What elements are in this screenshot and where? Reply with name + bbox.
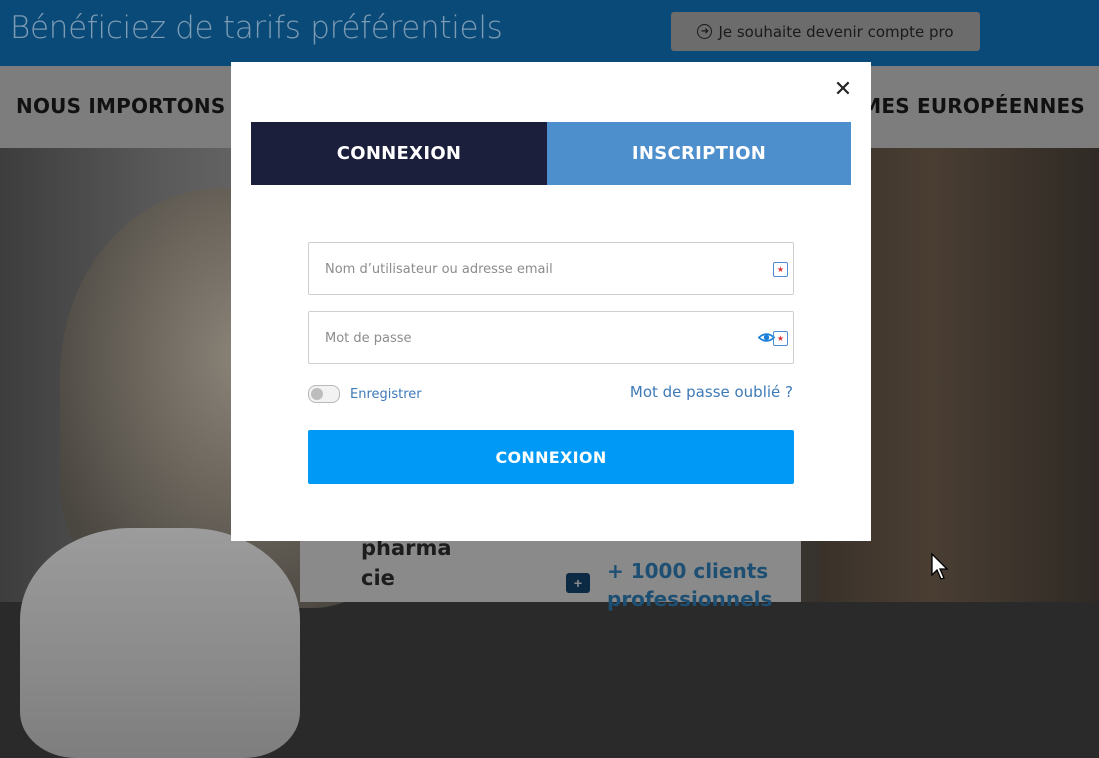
auth-tabs: CONNEXION INSCRIPTION	[251, 122, 851, 185]
medical-bag-icon: +	[566, 573, 590, 593]
become-pro-label: Je souhaite devenir compte pro	[718, 22, 954, 41]
remember-toggle[interactable]	[308, 385, 340, 403]
close-icon[interactable]: ✕	[831, 77, 855, 101]
username-field-wrapper: ★	[308, 242, 794, 296]
toggle-knob	[311, 388, 323, 400]
card-word-line2: cie	[361, 566, 395, 590]
banner-title: Bénéficiez de tarifs préférentiels	[10, 10, 503, 46]
hero-face-mask	[20, 528, 300, 758]
login-submit-button[interactable]: CONNEXION	[308, 430, 794, 484]
forgot-password-link[interactable]: Mot de passe oublié ?	[630, 383, 793, 401]
mouse-cursor-icon	[931, 553, 949, 580]
password-manager-icon[interactable]: ★	[773, 331, 788, 346]
info-bar-text-left: NOUS IMPORTONS D	[16, 94, 250, 118]
become-pro-button[interactable]: ➜ Je souhaite devenir compte pro	[671, 12, 980, 51]
remember-row: Enregistrer	[308, 384, 422, 404]
info-bar-text-right: RMES EUROPÉENNES	[845, 94, 1085, 118]
username-input[interactable]	[323, 243, 747, 296]
tab-inscription[interactable]: INSCRIPTION	[547, 122, 851, 185]
password-manager-icon[interactable]: ★	[773, 262, 788, 277]
card-clients-text: + 1000 clients professionnels	[607, 557, 772, 613]
top-banner: Bénéficiez de tarifs préférentiels ➜ Je …	[0, 0, 1099, 66]
arrow-circle-right-icon: ➜	[697, 24, 713, 39]
password-field-wrapper: ★	[308, 311, 794, 365]
card-clients-line2: professionnels	[607, 587, 773, 611]
card-word: pharma cie	[361, 533, 452, 593]
login-modal: ✕ CONNEXION INSCRIPTION ★ ★ Enregistrer …	[231, 62, 871, 541]
background-info-card: pharma cie + + 1000 clients professionne…	[300, 536, 801, 611]
card-clients-line1: + 1000 clients	[607, 559, 769, 583]
password-input[interactable]	[323, 312, 747, 365]
remember-label[interactable]: Enregistrer	[350, 387, 422, 402]
tab-connexion[interactable]: CONNEXION	[251, 122, 547, 185]
